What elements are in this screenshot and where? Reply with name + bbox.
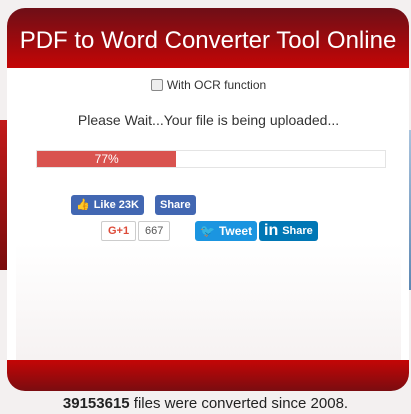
google-plus-count: 667 xyxy=(138,221,171,241)
fb-like-label: Like 23K xyxy=(93,199,139,211)
card-footer xyxy=(7,360,409,391)
progress-fill: 77% xyxy=(37,151,177,167)
google-plus-button[interactable]: G+1 xyxy=(101,221,137,241)
count-number: 39153615 xyxy=(62,395,130,412)
conversion-count: 39153615 files were converted since 2008… xyxy=(0,395,411,412)
page-title: PDF to Word Converter Tool Online xyxy=(7,8,409,68)
ocr-label: With OCR function xyxy=(166,78,267,92)
thumbs-up-icon: 👍 xyxy=(76,199,90,211)
facebook-like-button[interactable]: 👍 Like 23K xyxy=(71,195,144,215)
converter-card: PDF to Word Converter Tool Online With O… xyxy=(7,8,409,391)
count-text: files were converted since 2008. xyxy=(129,395,349,412)
twitter-icon: 🐦 xyxy=(200,224,215,238)
converter-body: With OCR function Please Wait...Your fil… xyxy=(16,68,401,360)
ocr-checkbox[interactable] xyxy=(150,79,163,91)
tweet-label: Tweet xyxy=(218,224,253,238)
upload-status: Please Wait...Your file is being uploade… xyxy=(77,112,340,128)
facebook-share-button[interactable]: Share xyxy=(155,195,196,215)
tweet-button[interactable]: 🐦 Tweet xyxy=(195,221,258,241)
progress-bar: 77% xyxy=(36,150,386,168)
ocr-option[interactable]: With OCR function xyxy=(16,78,401,92)
linkedin-share-button[interactable]: in Share xyxy=(259,221,318,241)
linkedin-label: Share xyxy=(282,225,313,237)
linkedin-icon: in xyxy=(264,222,279,239)
